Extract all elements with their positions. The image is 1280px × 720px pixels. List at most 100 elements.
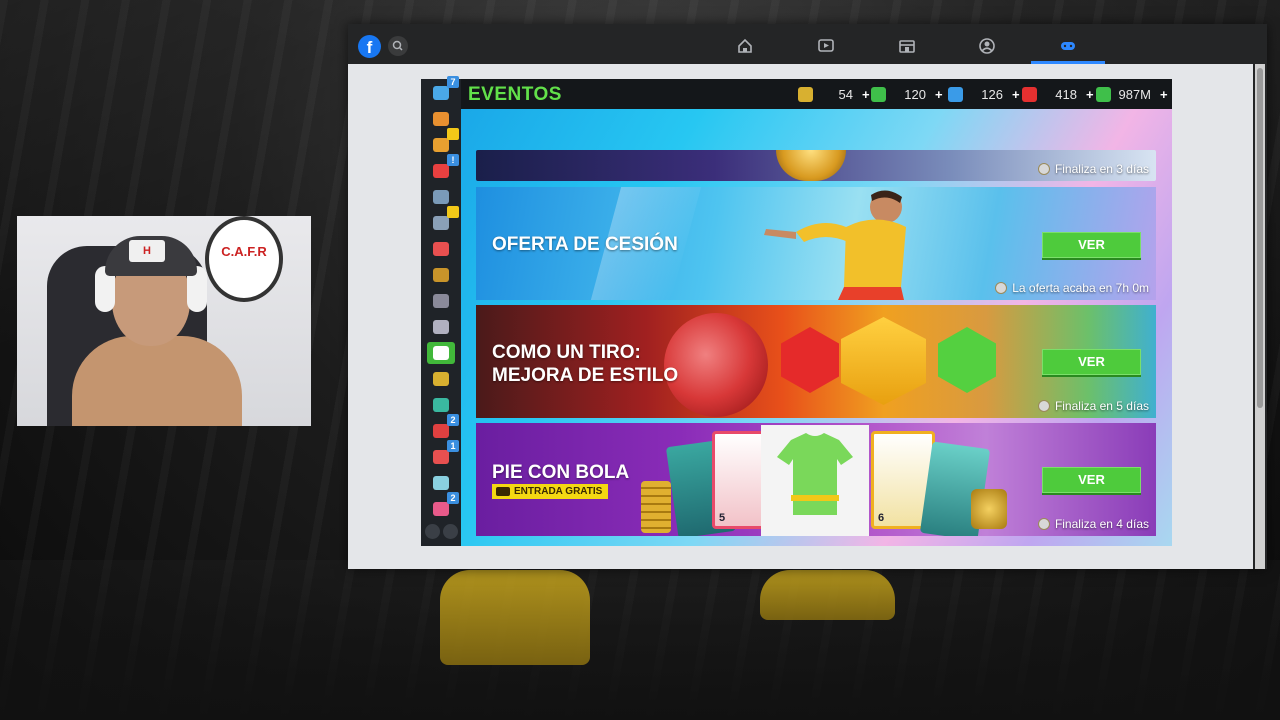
sidebar-item-box[interactable]	[427, 108, 455, 130]
ver-button[interactable]: VER	[1042, 232, 1141, 258]
ver-button[interactable]: VER	[1042, 467, 1141, 493]
add-currency-button[interactable]: +	[935, 87, 943, 102]
currency-medic: 418 +	[1022, 84, 1094, 104]
currency-value: 987M	[1118, 86, 1151, 102]
transfer-icon	[433, 164, 449, 178]
sidebar-item-shop[interactable]: 2	[427, 492, 459, 520]
energy-icon	[948, 86, 963, 102]
page-title: EVENTOS	[468, 84, 562, 105]
skill-shield-red	[781, 327, 839, 393]
trophy-icon	[433, 268, 449, 282]
globe-icon	[433, 86, 449, 100]
event-banner-style-upgrade[interactable]: COMO UN TIRO: MEJORA DE ESTILO VER Final…	[476, 305, 1156, 418]
notification-badge: 2	[447, 492, 459, 504]
sidebar-item-transfer[interactable]: !	[427, 154, 459, 182]
token-icon	[798, 86, 813, 102]
groups-icon	[979, 38, 995, 54]
add-currency-button[interactable]: +	[1160, 87, 1168, 102]
marketplace-icon	[899, 40, 915, 53]
event-footer: La oferta acaba en 7h 0m	[995, 281, 1149, 295]
token-coin	[971, 489, 1007, 529]
sidebar-item-league[interactable]	[427, 316, 455, 338]
home-icon	[738, 38, 752, 53]
ver-button[interactable]: VER	[1042, 349, 1141, 375]
background-floor	[0, 560, 1280, 720]
skill-shield-green	[938, 327, 996, 393]
help-button[interactable]	[443, 524, 458, 539]
cup-icon	[433, 294, 449, 308]
cap-logo: H	[129, 240, 165, 262]
tactics-icon	[433, 424, 449, 438]
event-banner-foot-on-ball[interactable]: 5 6 PIE CON BOLA ENTRADA GRATIS VER Fina…	[476, 423, 1156, 536]
medic-icon	[1022, 86, 1037, 102]
sidebar-item-stadium[interactable]	[427, 186, 455, 208]
event-title: COMO UN TIRO: MEJORA DE ESTILO	[492, 342, 679, 386]
team-icon	[433, 372, 449, 386]
background-figure-left	[440, 570, 590, 665]
nav-gaming[interactable]	[1057, 35, 1079, 57]
ticket-icon	[496, 487, 510, 496]
add-currency-button[interactable]: +	[1086, 87, 1094, 102]
notification-badge: !	[447, 154, 459, 166]
box-icon	[433, 112, 449, 126]
sidebar-item-cup[interactable]	[427, 290, 455, 312]
sidebar-item-cone[interactable]	[427, 128, 459, 156]
sidebar-item-tactics[interactable]: 2	[427, 414, 459, 442]
nav-video[interactable]	[815, 35, 837, 57]
stats-icon	[433, 450, 449, 464]
gift-badge-icon	[447, 128, 459, 140]
fire-ball	[664, 313, 768, 417]
event-banner-loan-offer[interactable]: OFERTA DE CESIÓN VER La oferta acaba en …	[476, 187, 1156, 300]
sidebar-item-screen[interactable]	[427, 206, 459, 234]
event-footer: Finaliza en 5 días	[1037, 399, 1149, 413]
cash-icon	[871, 86, 886, 102]
currency-value: 418	[1055, 86, 1077, 102]
nav-groups[interactable]	[976, 35, 998, 57]
coin-stack	[641, 481, 671, 533]
gaming-icon	[1061, 42, 1075, 50]
nav-home[interactable]	[734, 35, 756, 57]
sidebar-item-team[interactable]	[427, 368, 455, 390]
facebook-top-bar: f	[348, 24, 1267, 64]
money-icon	[1096, 86, 1111, 102]
notification-badge: 2	[447, 414, 459, 426]
event-banner-ballon[interactable]: Finaliza en 3 días	[476, 150, 1156, 181]
add-currency-button[interactable]: +	[862, 87, 870, 102]
sidebar-item-ball[interactable]	[427, 342, 455, 364]
notification-badge: 1	[447, 440, 459, 452]
facebook-logo[interactable]: f	[358, 35, 381, 58]
cone-icon	[433, 138, 449, 152]
search-icon	[392, 40, 403, 51]
currency-cash: 120 +	[871, 84, 943, 104]
add-currency-button[interactable]: +	[1012, 87, 1020, 102]
currency-money: 987M +	[1096, 84, 1168, 104]
game-sidebar: 7! 2 1 2	[421, 76, 461, 546]
sidebar-item-shield[interactable]	[427, 394, 455, 416]
sidebar-item-trophy[interactable]	[427, 264, 455, 286]
sidebar-item-calendar[interactable]	[427, 238, 455, 260]
settings-button[interactable]	[425, 524, 440, 539]
piggy-icon	[433, 476, 449, 490]
streamer-body	[72, 336, 242, 426]
nav-marketplace[interactable]	[896, 35, 918, 57]
search-button[interactable]	[388, 36, 408, 56]
game-frame: EVENTOS 54 +120 +126 +418 +987M + 7! 2 1 2 Final…	[421, 76, 1172, 546]
sidebar-item-piggy[interactable]	[427, 472, 455, 494]
webcam-overlay: C.A.F.R H	[17, 216, 311, 426]
free-entry-tag: ENTRADA GRATIS	[492, 484, 609, 499]
gift-badge-icon	[447, 206, 459, 218]
game-header: EVENTOS 54 +120 +126 +418 +987M +	[421, 79, 1172, 109]
player-illustration	[764, 190, 906, 300]
calendar-icon	[433, 242, 449, 256]
event-title: PIE CON BOLA	[492, 462, 630, 483]
currency-value: 54	[838, 86, 853, 102]
scrollbar-thumb[interactable]	[1257, 68, 1263, 408]
sidebar-item-globe[interactable]: 7	[427, 76, 459, 104]
green-jersey-icon	[777, 433, 853, 515]
shop-icon	[433, 502, 449, 516]
stadium-icon	[433, 190, 449, 204]
sidebar-item-stats[interactable]: 1	[427, 440, 459, 468]
event-title: OFERTA DE CESIÓN	[492, 234, 678, 255]
event-footer: Finaliza en 3 días	[1037, 162, 1149, 176]
screen-icon	[433, 216, 449, 230]
